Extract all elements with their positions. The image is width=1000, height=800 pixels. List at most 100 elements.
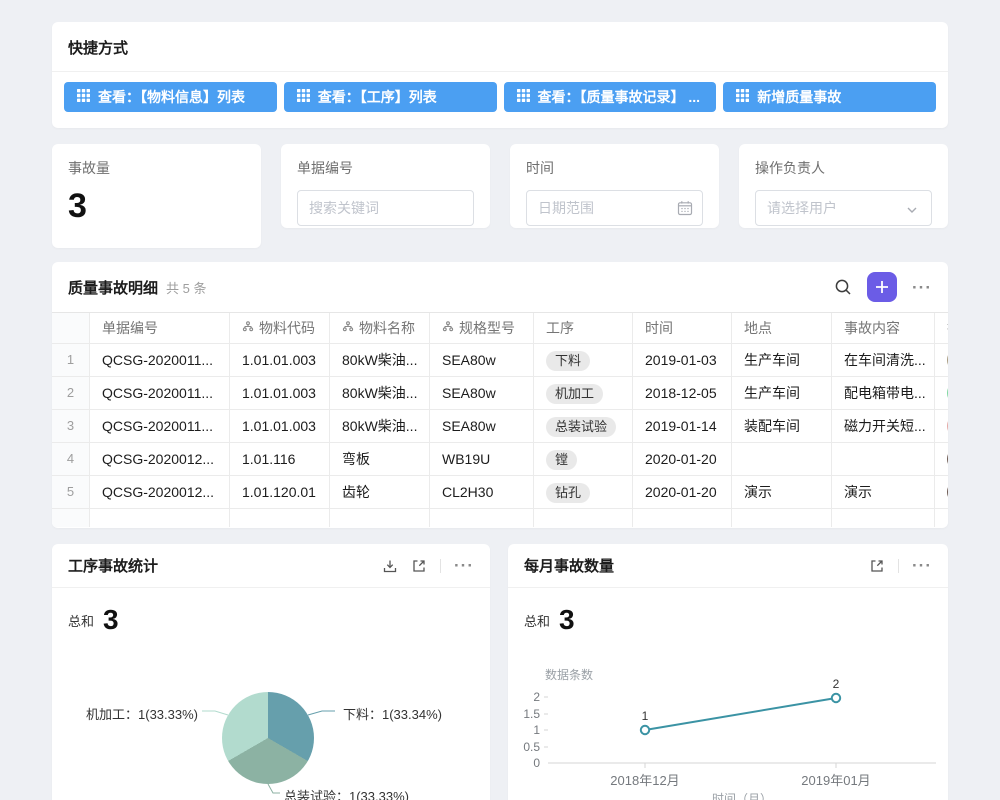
table-row[interactable]: 3 QCSG-2020011... 1.01.01.003 80kW柴油... … xyxy=(52,410,948,443)
svg-text:2018年12月: 2018年12月 xyxy=(610,773,679,788)
cell-mat-name: 80kW柴油... xyxy=(330,344,430,376)
table-record-count: 共 5 条 xyxy=(166,278,206,297)
col-header-process[interactable]: 工序 xyxy=(534,313,633,343)
doc-no-filter-card: 单据编号 xyxy=(281,144,490,228)
row-number: 5 xyxy=(52,476,90,508)
row-number: 3 xyxy=(52,410,90,442)
cell-time: 2020-01-20 xyxy=(633,476,732,508)
doc-no-search-input[interactable] xyxy=(297,190,474,226)
accident-count-value: 3 xyxy=(68,188,245,225)
accident-count-card: 事故量 3 xyxy=(52,144,261,248)
table-scroll-area[interactable]: 单据编号 物料代码 物料名称 规格型号 工序 时间 地点 事故内容 操作负责人 … xyxy=(52,312,948,528)
col-header-mat-code[interactable]: 物料代码 xyxy=(230,313,330,343)
table-row[interactable]: 5 QCSG-2020012... 1.01.120.01 齿轮 CL2H30 … xyxy=(52,476,948,509)
cell-place xyxy=(732,443,832,475)
more-options-icon[interactable]: ··· xyxy=(454,557,474,574)
col-header-place[interactable]: 地点 xyxy=(732,313,832,343)
svg-text:0: 0 xyxy=(533,756,540,770)
open-fullscreen-icon[interactable] xyxy=(411,558,427,574)
process-tag: 镗 xyxy=(546,450,577,470)
relation-icon xyxy=(442,313,454,343)
cell-process: 机加工 xyxy=(534,377,633,409)
more-options-icon[interactable]: ··· xyxy=(912,279,932,296)
cell-place: 生产车间 xyxy=(732,377,832,409)
relation-icon xyxy=(242,313,254,343)
cell-mat-code: 1.01.116 xyxy=(230,443,330,475)
cell-content: 在车间清洗... xyxy=(832,344,935,376)
search-icon[interactable] xyxy=(834,278,852,296)
avatar xyxy=(947,447,948,471)
download-icon[interactable] xyxy=(382,558,398,574)
col-header-mat-name[interactable]: 物料名称 xyxy=(330,313,430,343)
calendar-icon[interactable] xyxy=(677,200,693,216)
cell-doc-no: QCSG-2020012... xyxy=(90,476,230,508)
cell-operator xyxy=(935,410,948,442)
pie-chart[interactable] xyxy=(222,692,314,784)
cell-content: 配电箱带电... xyxy=(832,377,935,409)
pie-label-machining: 机加工：1(33.33%) xyxy=(52,704,198,723)
avatar xyxy=(947,414,948,438)
process-tag: 钻孔 xyxy=(546,483,590,503)
pie-card-title: 工序事故统计 xyxy=(68,555,158,576)
col-header-doc-no[interactable]: 单据编号 xyxy=(90,313,230,343)
cell-operator xyxy=(935,344,948,376)
open-fullscreen-icon[interactable] xyxy=(869,558,885,574)
table-header-row: 单据编号 物料代码 物料名称 规格型号 工序 时间 地点 事故内容 操作负责人 xyxy=(52,312,948,344)
col-header-time[interactable]: 时间 xyxy=(633,313,732,343)
cell-time: 2018-12-05 xyxy=(633,377,732,409)
more-options-icon[interactable]: ··· xyxy=(912,557,932,574)
view-process-list-button[interactable]: 查看：【工序】列表 xyxy=(284,82,497,112)
cell-spec: SEA80w xyxy=(430,410,534,442)
grid-icon xyxy=(736,89,749,105)
cell-process: 镗 xyxy=(534,443,633,475)
line-chart: 数据条数 2 1.5 1 0.5 0 1 2 2018年12月 2019年01月… xyxy=(508,664,948,800)
accident-count-label: 事故量 xyxy=(68,158,245,178)
add-record-button[interactable] xyxy=(867,272,897,302)
total-value: 3 xyxy=(559,604,575,636)
cell-operator xyxy=(935,476,948,508)
col-header-content[interactable]: 事故内容 xyxy=(832,313,935,343)
table-toolbar: 质量事故明细 共 5 条 ··· xyxy=(52,262,948,312)
svg-text:1.5: 1.5 xyxy=(523,707,540,721)
col-header-spec[interactable]: 规格型号 xyxy=(430,313,534,343)
view-quality-accident-record-button[interactable]: 查看：【质量事故记录】 ... xyxy=(504,82,717,112)
time-filter-label: 时间 xyxy=(526,158,703,178)
cell-spec: SEA80w xyxy=(430,344,534,376)
table-row[interactable]: 4 QCSG-2020012... 1.01.116 弯板 WB19U 镗 20… xyxy=(52,443,948,476)
process-tag: 下料 xyxy=(546,351,590,371)
grid-icon xyxy=(297,89,310,105)
process-tag: 机加工 xyxy=(546,384,603,404)
col-header-operator[interactable]: 操作负责人 xyxy=(935,313,948,343)
cell-operator xyxy=(935,443,948,475)
shortcuts-button-row: 查看：【物料信息】列表 查看：【工序】列表 查看：【质量事故记录】 ... 新增… xyxy=(52,72,948,112)
cell-place: 生产车间 xyxy=(732,344,832,376)
table-row[interactable]: 2 QCSG-2020011... 1.01.01.003 80kW柴油... … xyxy=(52,377,948,410)
cell-doc-no: QCSG-2020012... xyxy=(90,443,230,475)
cell-mat-name: 80kW柴油... xyxy=(330,377,430,409)
cell-place: 演示 xyxy=(732,476,832,508)
cell-mat-name: 弯板 xyxy=(330,443,430,475)
total-label: 总和 xyxy=(524,611,550,630)
divider xyxy=(440,559,441,573)
avatar xyxy=(947,348,948,372)
chevron-down-icon[interactable] xyxy=(906,203,922,219)
operator-filter-card: 操作负责人 xyxy=(739,144,948,228)
cell-place: 装配车间 xyxy=(732,410,832,442)
cell-mat-code: 1.01.01.003 xyxy=(230,344,330,376)
cell-spec: SEA80w xyxy=(430,377,534,409)
avatar xyxy=(947,480,948,504)
svg-text:2019年01月: 2019年01月 xyxy=(801,773,870,788)
cell-spec: CL2H30 xyxy=(430,476,534,508)
cell-doc-no: QCSG-2020011... xyxy=(90,377,230,409)
cell-process: 总装试验 xyxy=(534,410,633,442)
add-quality-accident-button[interactable]: 新增质量事故 xyxy=(723,82,936,112)
line-card-title: 每月事故数量 xyxy=(524,555,614,576)
pie-label-assembly-test: 总装试验：1(33.33%) xyxy=(284,786,409,800)
relation-icon xyxy=(342,313,354,343)
cell-time: 2020-01-20 xyxy=(633,443,732,475)
process-accident-stats-card: 工序事故统计 ··· 总和 3 机加工：1(33.33%) 下料：1(33.34… xyxy=(52,544,490,800)
cell-mat-name: 80kW柴油... xyxy=(330,410,430,442)
table-row[interactable]: 1 QCSG-2020011... 1.01.01.003 80kW柴油... … xyxy=(52,344,948,377)
view-material-list-button[interactable]: 查看：【物料信息】列表 xyxy=(64,82,277,112)
quality-accident-table-card: 质量事故明细 共 5 条 ··· 单据编号 物料代码 物料名称 规格型号 工序 … xyxy=(52,262,948,528)
